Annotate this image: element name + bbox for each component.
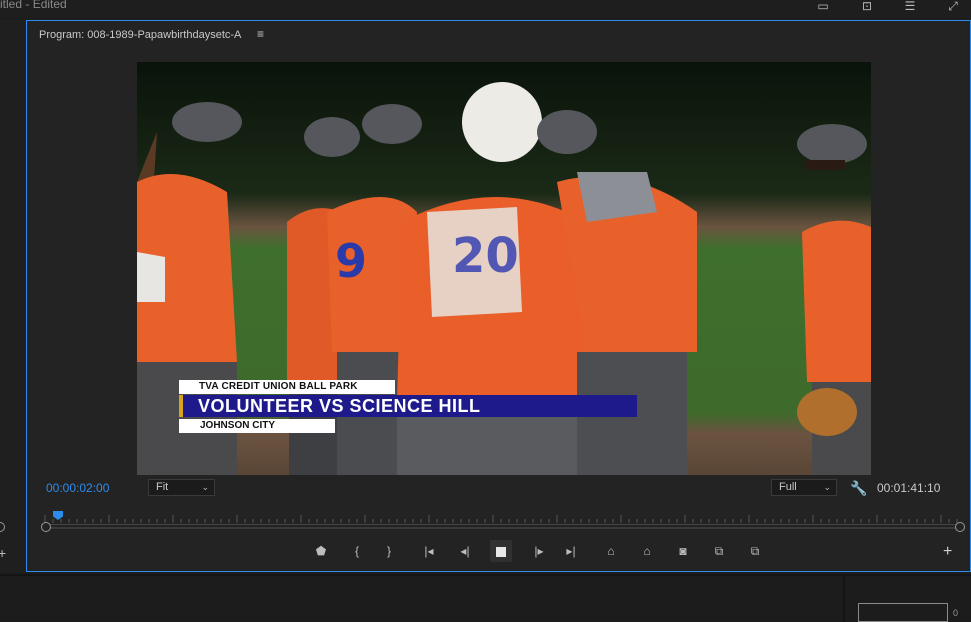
- video-frame[interactable]: 9 20 TVA CREDIT UNION BALL PARK VOLUNTEE…: [137, 62, 871, 475]
- add-icon[interactable]: +: [0, 545, 6, 561]
- zoom-track[interactable]: [46, 527, 960, 529]
- proxy-toggle-button[interactable]: ⧉: [744, 540, 766, 562]
- expand-icon[interactable]: ⤢: [945, 0, 961, 12]
- zoom-handle-icon[interactable]: [0, 522, 5, 532]
- panel-title[interactable]: Program: 008-1989-Papawbirthdaysetc-A: [39, 29, 241, 41]
- zoom-end-handle[interactable]: [955, 522, 965, 532]
- export-frame-icon[interactable]: ▭: [815, 0, 831, 12]
- lower-third-venue: TVA CREDIT UNION BALL PARK: [199, 381, 358, 392]
- workspace-menu-icon[interactable]: ☰: [902, 0, 918, 12]
- settings-wrench-icon[interactable]: 🔧: [850, 480, 867, 496]
- left-panel: +: [0, 20, 26, 572]
- go-to-out-button[interactable]: ▸|: [560, 540, 582, 562]
- comparison-view-button[interactable]: ⧉: [708, 540, 730, 562]
- step-forward-button[interactable]: |▸: [528, 540, 550, 562]
- chevron-down-icon: ⌄: [823, 482, 831, 492]
- mark-out-button[interactable]: }: [378, 540, 400, 562]
- button-editor-add-button[interactable]: +: [943, 543, 952, 561]
- program-monitor: Program: 008-1989-Papawbirthdaysetc-A ≡: [26, 20, 971, 572]
- zoom-scroll-bar[interactable]: [41, 522, 965, 534]
- chevron-down-icon: ⌄: [201, 482, 209, 492]
- zoom-level-select[interactable]: Fit ⌄: [148, 479, 215, 496]
- zoom-start-handle[interactable]: [41, 522, 51, 532]
- panel-menu-icon[interactable]: ≡: [257, 27, 264, 41]
- lower-third-headline: VOLUNTEER VS SCIENCE HILL: [198, 396, 481, 416]
- step-back-button[interactable]: ◂|: [454, 540, 476, 562]
- export-frame-button[interactable]: ◙: [672, 540, 694, 562]
- lower-third-location: JOHNSON CITY: [200, 420, 276, 431]
- bottom-panels: 0: [0, 574, 971, 622]
- extract-button[interactable]: ⌂: [636, 540, 658, 562]
- duration-timecode: 00:01:41:10: [877, 481, 941, 495]
- app-header: itled - Edited ▭ ⊡ ☰ ⤢: [0, 0, 971, 18]
- maximize-panel-icon[interactable]: ⊡: [859, 0, 875, 12]
- svg-text:9: 9: [335, 234, 367, 288]
- lift-button[interactable]: ⌂: [600, 540, 622, 562]
- panel-divider[interactable]: [843, 576, 845, 622]
- go-to-in-button[interactable]: |◂: [418, 540, 440, 562]
- project-title: itled - Edited: [0, 0, 67, 11]
- add-marker-button[interactable]: ⬟: [310, 540, 332, 562]
- mark-in-button[interactable]: {: [346, 540, 368, 562]
- svg-text:20: 20: [452, 228, 519, 284]
- stop-icon: [496, 546, 506, 557]
- playhead-timecode[interactable]: 00:00:02:00: [46, 481, 109, 495]
- audio-meter-label: 0: [953, 608, 959, 618]
- playback-resolution-select[interactable]: Full ⌄: [771, 479, 837, 496]
- audio-meter: [858, 603, 948, 622]
- stop-button[interactable]: [490, 540, 512, 562]
